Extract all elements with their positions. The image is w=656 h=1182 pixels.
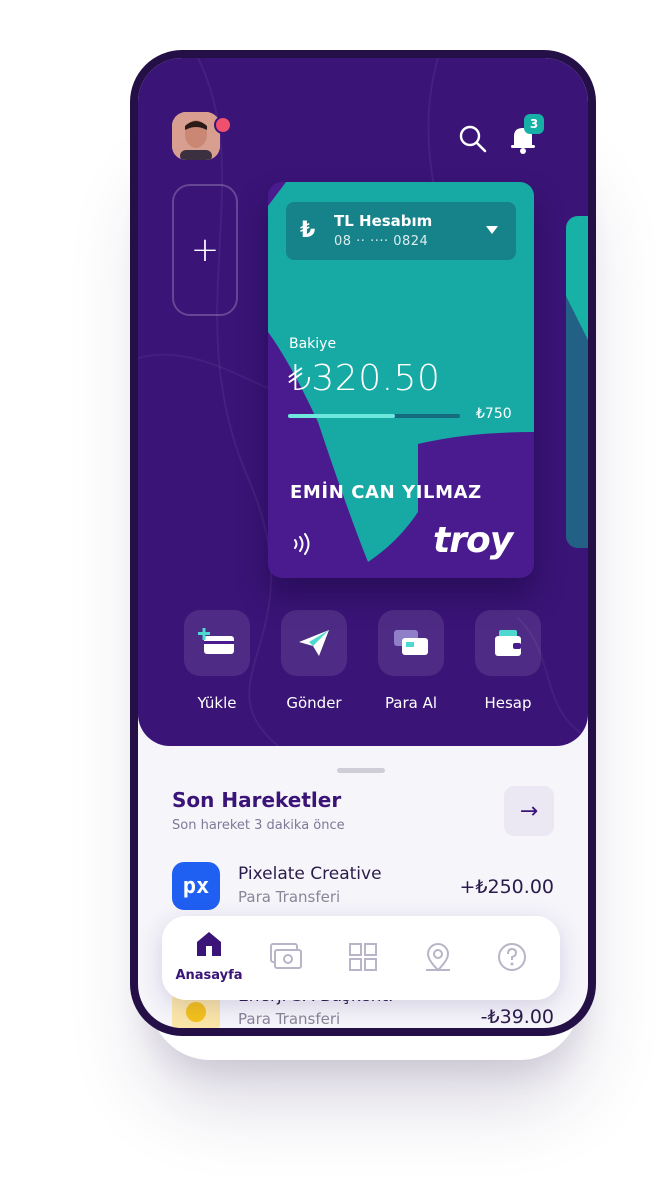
chevron-down-icon	[486, 226, 498, 234]
card-holder-name: EMİN CAN YILMAZ	[290, 482, 482, 503]
cards-icon[interactable]	[269, 942, 303, 970]
notification-badge: 3	[524, 114, 544, 134]
nav-home[interactable]: Anasayfa	[174, 930, 244, 983]
send-icon[interactable]	[281, 610, 347, 676]
location-icon[interactable]	[422, 942, 454, 974]
account-name: TL Hesabım	[334, 212, 433, 230]
action-label: Yükle	[197, 694, 237, 712]
action-label: Gönder	[286, 694, 342, 712]
limit-progress-fill	[288, 414, 395, 418]
nav-home-label: Anasayfa	[175, 968, 243, 983]
section-title: Son Hareketler	[172, 788, 342, 812]
limit-label: ₺750	[476, 406, 512, 422]
profile-photo	[172, 112, 220, 160]
top-up-icon[interactable]	[184, 610, 250, 676]
card-brand-logo: troy	[433, 520, 513, 561]
next-card-pattern	[566, 296, 588, 548]
status-dot	[214, 116, 232, 134]
balance-label: Bakiye	[289, 336, 337, 352]
balance-value: ₺320.50	[288, 358, 441, 399]
grid-icon[interactable]	[348, 942, 378, 972]
action-account[interactable]: Hesap	[475, 610, 541, 712]
nav-location[interactable]	[403, 942, 473, 978]
action-send[interactable]: Gönder	[281, 610, 347, 712]
limit-progress	[288, 414, 460, 418]
sheet-handle[interactable]	[337, 768, 385, 773]
action-label: Hesap	[484, 694, 532, 712]
transaction-amount: +₺250.00	[459, 876, 555, 898]
home-icon[interactable]	[194, 930, 224, 958]
transaction-type: Para Transferi	[238, 1010, 341, 1028]
bottom-nav: Anasayfa	[162, 916, 560, 1000]
action-label: Para Al	[384, 694, 438, 712]
account-selector[interactable]: ₺ TL Hesabım 08 ·· ···· 0824	[286, 202, 516, 260]
action-top-up[interactable]: Yükle	[184, 610, 250, 712]
contactless-icon	[294, 533, 310, 555]
request-money-icon[interactable]	[378, 610, 444, 676]
action-request[interactable]: Para Al	[378, 610, 444, 712]
transaction-row[interactable]: px Pixelate Creative Para Transferi +₺25…	[138, 858, 588, 918]
transaction-type: Para Transferi	[238, 888, 341, 906]
section-subtitle: Son hareket 3 dakika önce	[172, 818, 345, 833]
transaction-name: Pixelate Creative	[238, 864, 382, 884]
view-all-button[interactable]: →	[504, 786, 554, 836]
phone-frame: 3 + ₺ TL Hesabım 08 ·· ···· 0824 Bakiye …	[130, 50, 596, 1036]
search-icon[interactable]	[458, 124, 488, 154]
account-card[interactable]: ₺ TL Hesabım 08 ·· ···· 0824 Bakiye ₺320…	[268, 182, 534, 578]
add-card-button[interactable]: +	[172, 184, 238, 316]
account-number: 08 ·· ···· 0824	[334, 234, 429, 249]
wallet-icon[interactable]	[475, 610, 541, 676]
transaction-amount: -₺39.00	[480, 1006, 554, 1028]
help-icon[interactable]	[497, 942, 527, 972]
nav-menu[interactable]	[328, 942, 398, 976]
next-card-preview[interactable]	[566, 216, 588, 548]
merchant-logo: px	[172, 862, 220, 910]
nav-cards[interactable]	[251, 942, 321, 974]
lira-icon: ₺	[300, 218, 316, 243]
header-panel: 3 + ₺ TL Hesabım 08 ·· ···· 0824 Bakiye …	[138, 58, 588, 746]
nav-help[interactable]	[477, 942, 547, 976]
app-screen: 3 + ₺ TL Hesabım 08 ·· ···· 0824 Bakiye …	[138, 58, 588, 1028]
avatar[interactable]	[172, 112, 220, 160]
